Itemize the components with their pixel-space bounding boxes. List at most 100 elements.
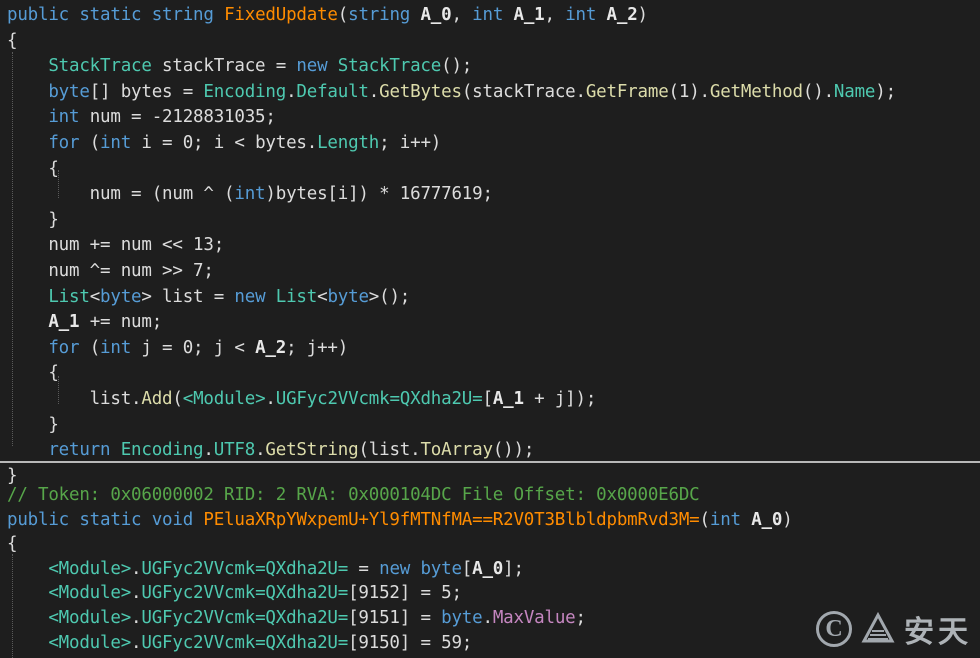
code-token: (); <box>441 56 473 77</box>
code-token: <Module> <box>48 558 132 579</box>
code-token: ( <box>337 5 349 25</box>
code-token: , <box>451 5 473 25</box>
code-token: list. <box>7 389 142 409</box>
code-token: + j]); <box>523 389 597 409</box>
code-token: A_2 <box>255 337 287 358</box>
code-token: . <box>131 632 142 653</box>
code-line[interactable]: byte[] bytes = Encoding.Default.GetBytes… <box>7 80 896 104</box>
code-line[interactable]: List<byte> list = new List<byte>(); <box>7 285 410 309</box>
code-token: = <box>348 558 380 579</box>
code-token: < <box>317 286 328 307</box>
code-token: A_2 <box>606 5 638 25</box>
code-token: A_0 <box>420 5 452 25</box>
code-line[interactable]: for (int j = 0; j < A_2; j++) <box>7 336 348 360</box>
indent-guide <box>58 170 59 198</box>
code-token: num = (num ^ ( <box>7 184 235 205</box>
code-token: PEluaXRpYWxpemU+Yl9fMTNfMA==R2V0T3Blbldp… <box>203 509 700 530</box>
code-token: Encoding <box>203 81 287 102</box>
code-line[interactable]: } <box>7 413 59 437</box>
code-token: return <box>48 440 121 461</box>
code-token: byte <box>420 558 462 579</box>
code-token: int <box>100 133 142 153</box>
code-token: List <box>275 286 318 307</box>
code-line[interactable]: <Module>.UGFyc2VVcmk=QXdha2U=[9152] = 5; <box>7 581 462 605</box>
code-line[interactable]: num ^= num >> 7; <box>7 259 214 283</box>
code-line[interactable]: StackTrace stackTrace = new StackTrace()… <box>7 54 472 78</box>
code-token: [] bytes = <box>89 81 204 102</box>
code-line[interactable]: num = (num ^ (int)bytes[i]) * 16777619; <box>7 182 493 206</box>
code-token: FixedUpdate <box>224 5 338 25</box>
code-token: int <box>472 5 514 25</box>
code-token: <Module> <box>48 608 132 628</box>
code-token: { <box>7 534 18 555</box>
code-token: byte <box>100 286 142 307</box>
code-token: . <box>286 81 297 102</box>
code-token: A_0 <box>472 558 504 579</box>
code-token: [ <box>461 558 473 579</box>
code-token: ) <box>782 509 793 530</box>
code-token: List <box>48 286 90 307</box>
code-token: [9152] = 5; <box>348 583 462 604</box>
code-token: UGFyc2VVcmk=QXdha2U= <box>275 389 483 409</box>
code-token: { <box>7 30 18 51</box>
code-token: UGFyc2VVcmk=QXdha2U= <box>141 583 349 604</box>
code-token: { <box>7 363 59 384</box>
code-line[interactable]: public static void PEluaXRpYWxpemU+Yl9fM… <box>7 508 793 532</box>
code-token: public static string <box>7 5 225 25</box>
code-token: ( <box>172 389 183 409</box>
code-token: public static void <box>7 509 204 530</box>
code-token: num = -2128831035; <box>89 107 276 128</box>
code-token: ); <box>875 81 896 102</box>
code-token: < <box>89 286 101 307</box>
code-line[interactable]: <Module>.UGFyc2VVcmk=QXdha2U=[9151] = by… <box>7 606 586 630</box>
code-token: <Module> <box>48 583 132 604</box>
code-line[interactable]: <Module>.UGFyc2VVcmk=QXdha2U=[9150] = 59… <box>7 631 472 655</box>
code-token: int <box>565 5 607 25</box>
code-pane-fixedupdate[interactable]: public static string FixedUpdate(string … <box>0 0 980 486</box>
code-token: UGFyc2VVcmk=QXdha2U= <box>141 632 349 653</box>
code-token: j = 0; j < <box>141 337 256 358</box>
code-token: string <box>348 5 421 25</box>
code-line[interactable]: { <box>7 157 59 181</box>
indent-guide <box>12 52 13 446</box>
code-token: { <box>7 158 59 179</box>
code-line[interactable]: num += num << 13; <box>7 233 224 257</box>
code-line[interactable]: list.Add(<Module>.UGFyc2VVcmk=QXdha2U=[A… <box>7 387 597 411</box>
code-line[interactable]: { <box>7 532 18 556</box>
code-token: MaxValue <box>492 608 576 628</box>
code-line[interactable]: { <box>7 361 59 385</box>
code-line[interactable]: // Token: 0x06000002 RID: 2 RVA: 0x00010… <box>7 483 700 507</box>
code-token: ; j++) <box>286 337 349 358</box>
code-token: , <box>544 5 566 25</box>
code-line[interactable]: A_1 += num; <box>7 310 162 334</box>
code-line[interactable]: } <box>7 208 59 232</box>
code-token: stackTrace = <box>151 56 297 77</box>
code-token: ()); <box>492 440 535 461</box>
code-token: StackTrace <box>337 56 442 77</box>
code-token: byte <box>327 286 369 307</box>
code-line[interactable]: int num = -2128831035; <box>7 105 276 129</box>
code-token: new <box>379 558 421 579</box>
code-token: } <box>7 414 59 435</box>
code-token: new <box>296 56 338 77</box>
code-line[interactable]: public static string FixedUpdate(string … <box>7 3 648 27</box>
code-token: ( <box>89 133 101 153</box>
code-token: Add <box>141 389 173 409</box>
code-token: [9150] = 59; <box>348 632 473 653</box>
code-token: ) <box>637 5 649 25</box>
code-token: . <box>368 81 380 102</box>
code-token: A_1 <box>513 5 545 25</box>
code-token: num += num << 13; <box>7 235 225 256</box>
code-line[interactable]: <Module>.UGFyc2VVcmk=QXdha2U= = new byte… <box>7 557 524 581</box>
code-line[interactable]: { <box>7 29 18 53</box>
code-token: UGFyc2VVcmk=QXdha2U= <box>141 608 349 628</box>
code-line[interactable]: return Encoding.UTF8.GetString(list.ToAr… <box>7 438 534 462</box>
code-line[interactable]: for (int i = 0; i < bytes.Length; i++) <box>7 131 441 155</box>
code-token: GetMethod <box>709 81 803 102</box>
code-token: . <box>255 440 266 461</box>
code-token: ; i++) <box>379 133 442 153</box>
